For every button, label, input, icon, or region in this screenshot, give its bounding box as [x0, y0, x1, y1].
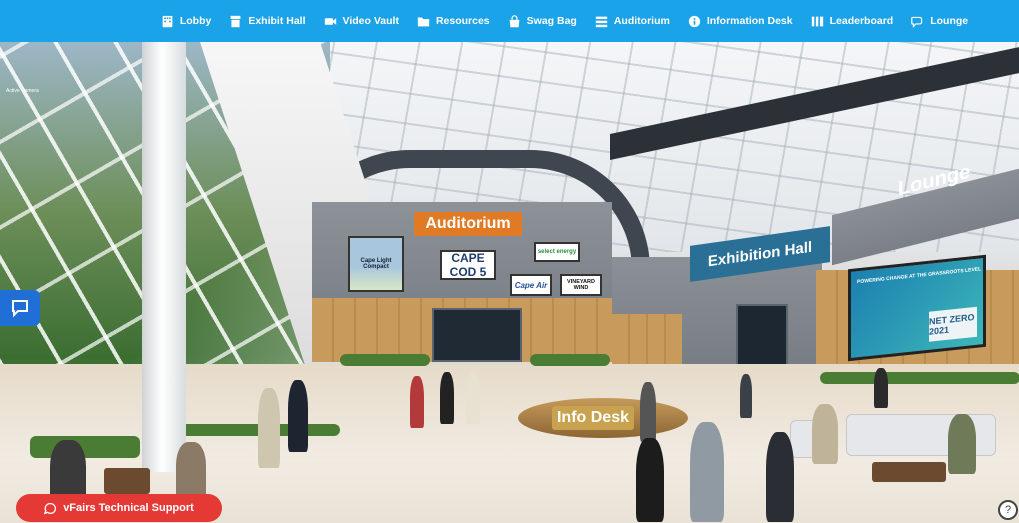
- nav-item-auditorium-label: Auditorium: [613, 15, 670, 27]
- scene-label: Active Camera: [6, 88, 39, 94]
- nav-item-leaderboard[interactable]: Leaderboard: [811, 15, 894, 28]
- lounge-video-screen[interactable]: POWERING CHANGE AT THE GRASSROOTS LEVEL …: [848, 254, 986, 362]
- nav-item-resources[interactable]: Resources: [417, 15, 490, 28]
- nav-item-lobby-label: Lobby: [179, 15, 212, 27]
- attendee-avatar: [258, 388, 280, 468]
- poster-select-energy[interactable]: select energy: [534, 242, 580, 262]
- nav-item-information-desk[interactable]: Information Desk: [688, 15, 793, 28]
- nav-item-lounge-label: Lounge: [930, 15, 969, 27]
- screen-netzero-logo: NET ZERO 2021: [929, 306, 977, 342]
- poster-cape-light[interactable]: Cape Light Compact: [348, 236, 404, 292]
- side-table: [104, 468, 150, 494]
- video-camera-icon: [324, 17, 336, 25]
- nav-item-swag-bag[interactable]: Swag Bag: [508, 14, 577, 28]
- poster-cape-cod[interactable]: CAPE COD 5: [440, 250, 496, 280]
- lobby-scene: Auditorium Cape Light Compact CAPE COD 5…: [0, 42, 1019, 523]
- coffee-table: [872, 462, 946, 482]
- folder-icon: [417, 16, 430, 26]
- pillar: [142, 42, 186, 472]
- poster-vineyard-wind[interactable]: VINEYARD WIND: [560, 274, 602, 296]
- nav-item-lobby[interactable]: Lobby: [161, 15, 212, 28]
- technical-support-button[interactable]: vFairs Technical Support: [16, 494, 222, 522]
- top-nav-bar: Lobby Exhibit Hall Video Vault Resources…: [0, 0, 1019, 42]
- planter: [820, 372, 1019, 384]
- nav-item-exhibit-hall[interactable]: Exhibit Hall: [229, 15, 306, 28]
- planter: [530, 354, 610, 366]
- attendee-avatar: [948, 414, 976, 474]
- chat-bubble-icon: [44, 502, 57, 514]
- list-icon: [595, 16, 608, 27]
- attendee-avatar: [740, 374, 752, 418]
- shopping-bag-icon: [509, 14, 520, 27]
- help-icon[interactable]: ?: [998, 500, 1018, 520]
- info-icon: [688, 15, 701, 27]
- chat-button[interactable]: [0, 290, 40, 326]
- bar-chart-icon: [811, 16, 823, 26]
- nav-item-auditorium[interactable]: Auditorium: [595, 15, 670, 28]
- attendee-avatar: [636, 438, 664, 522]
- nav-item-lounge[interactable]: Lounge: [911, 15, 968, 28]
- attendee-avatar: [466, 372, 480, 424]
- attendee-avatar: [874, 368, 888, 408]
- attendee-avatar: [690, 422, 724, 522]
- attendee-avatar: [766, 432, 794, 522]
- screen-headline: POWERING CHANGE AT THE GRASSROOTS LEVEL: [857, 266, 982, 286]
- planter: [30, 436, 140, 458]
- chat-bubbles-icon: [911, 16, 923, 28]
- planter: [340, 354, 430, 366]
- auditorium-entrance[interactable]: [432, 308, 522, 362]
- chat-icon: [12, 300, 28, 318]
- nav-item-information-desk-label: Information Desk: [706, 15, 793, 27]
- info-desk-sign[interactable]: Info Desk: [552, 406, 634, 430]
- attendee-avatar: [440, 372, 454, 424]
- technical-support-label: vFairs Technical Support: [63, 502, 194, 514]
- nav-item-leaderboard-label: Leaderboard: [829, 15, 894, 27]
- auditorium-sign[interactable]: Auditorium: [414, 212, 522, 236]
- nav-item-exhibit-hall-label: Exhibit Hall: [248, 15, 306, 27]
- attendee-avatar: [288, 380, 308, 452]
- booth-icon: [230, 15, 241, 27]
- attendee-avatar: [410, 376, 424, 428]
- poster-cape-air[interactable]: Cape Air: [510, 274, 552, 296]
- planter: [170, 424, 340, 436]
- nav-item-swag-bag-label: Swag Bag: [526, 15, 577, 27]
- nav-item-video-vault[interactable]: Video Vault: [324, 15, 399, 28]
- building-icon: [162, 15, 173, 27]
- nav-item-video-vault-label: Video Vault: [342, 15, 399, 27]
- attendee-avatar: [176, 442, 206, 500]
- nav-item-resources-label: Resources: [435, 15, 490, 27]
- attendee-avatar: [640, 382, 656, 442]
- attendee-avatar: [812, 404, 838, 464]
